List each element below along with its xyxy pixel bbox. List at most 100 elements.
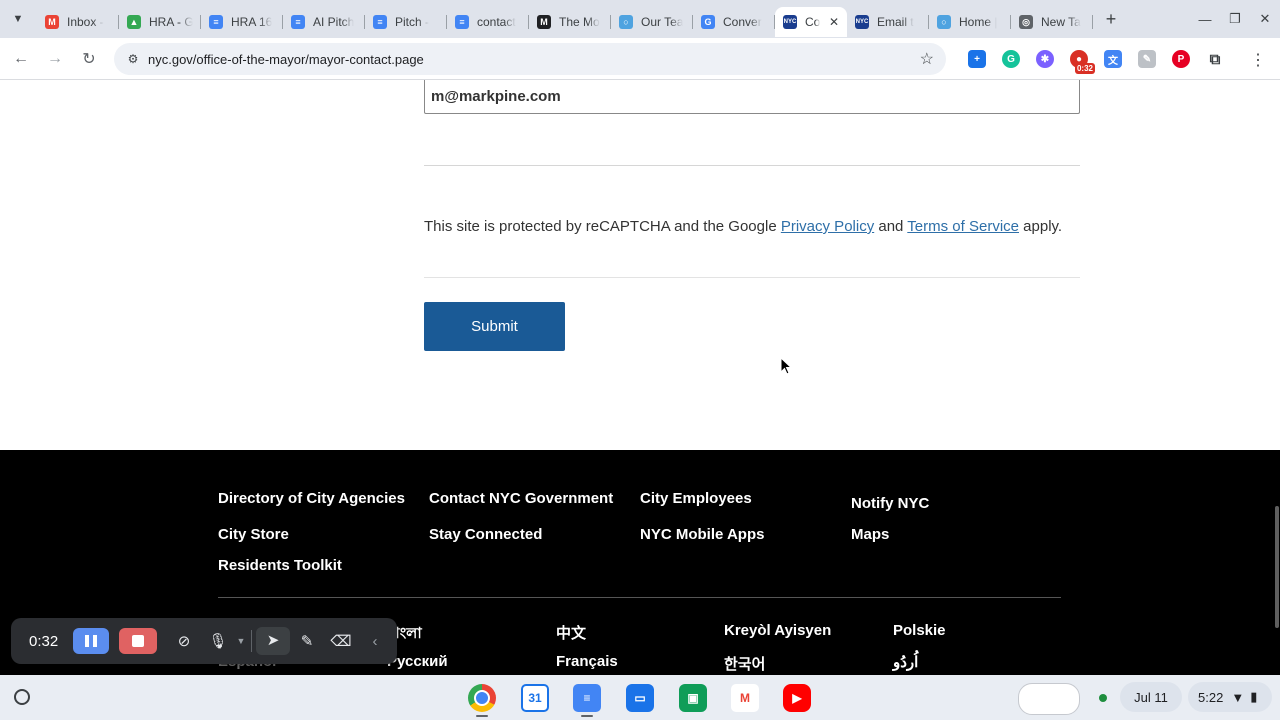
new-tab-button[interactable]: + (1097, 5, 1125, 33)
url-text[interactable]: nyc.gov/office-of-the-mayor/mayor-contac… (148, 52, 424, 67)
calendar-app-icon[interactable]: 31 (521, 684, 549, 712)
browser-toolbar: ← → ↻ ⚙ nyc.gov/office-of-the-mayor/mayo… (0, 38, 1280, 80)
files-app-icon[interactable]: ▭ (626, 684, 654, 712)
window-controls: — ❐ ✕ (1190, 0, 1280, 38)
date-indicator[interactable]: Jul 11 (1120, 682, 1182, 712)
extension-gray-icon[interactable]: ✎ (1138, 50, 1156, 68)
site-info-icon[interactable]: ⚙ (118, 52, 148, 66)
footer-link-toolkit[interactable]: Residents Toolkit (218, 557, 342, 574)
tab-title: HRA - G (149, 15, 193, 29)
wifi-icon: ▼ (1231, 689, 1245, 705)
extensions-puzzle-icon[interactable]: ⧉ (1206, 50, 1224, 68)
language-link-urdu[interactable]: اُردُو (893, 653, 918, 671)
tray-status-dot (1099, 694, 1107, 702)
close-window-icon[interactable]: ✕ (1250, 11, 1280, 27)
language-link-kreyol[interactable]: Kreyòl Ayisyen (724, 622, 831, 639)
forward-button[interactable]: → (38, 50, 72, 68)
pinterest-icon[interactable]: P (1172, 50, 1190, 68)
stop-recording-button[interactable] (119, 628, 157, 654)
browser-tab[interactable]: ≡ AI Pitch (283, 7, 365, 37)
tab-favicon-icon: G (701, 15, 715, 29)
language-link-french[interactable]: Français (556, 653, 618, 670)
browser-tab[interactable]: M Inbox - (37, 7, 119, 37)
restore-icon[interactable]: ❐ (1220, 11, 1250, 27)
divider (424, 277, 1080, 278)
tab-title: Email t (877, 15, 914, 29)
submit-button[interactable]: Submit (424, 302, 565, 351)
browser-tab[interactable]: NYC Email t (847, 7, 929, 37)
footer-link-maps[interactable]: Maps (851, 526, 889, 543)
launcher-icon[interactable] (14, 689, 30, 705)
back-button[interactable]: ← (4, 50, 38, 68)
footer-link-employees[interactable]: City Employees (640, 490, 752, 507)
reload-button[interactable]: ↻ (72, 49, 106, 69)
camera-off-icon[interactable]: ⊘ (167, 632, 201, 650)
mic-options-chevron-icon[interactable]: ▼ (235, 636, 247, 646)
language-link-polish[interactable]: Polskie (893, 622, 946, 639)
tab-title: Co (805, 15, 821, 29)
browser-tab[interactable]: ≡ HRA 16 (201, 7, 283, 37)
classroom-app-icon[interactable]: ▣ (679, 684, 707, 712)
collapse-chevron-icon[interactable]: ‹ (358, 633, 392, 650)
extension-sparkle-icon[interactable]: ✱ (1036, 50, 1054, 68)
tray-thumbnail[interactable] (1018, 683, 1080, 715)
docs-running-indicator (581, 715, 593, 717)
tab-title: HRA 16 (231, 15, 273, 29)
grammarly-icon[interactable]: G (1002, 50, 1020, 68)
browser-menu-icon[interactable]: ⋮ (1250, 50, 1266, 70)
browser-tab[interactable]: M The Mo (529, 7, 611, 37)
footer-link-notify[interactable]: Notify NYC (851, 495, 929, 512)
browser-tab[interactable]: G Conver (693, 7, 775, 37)
tab-title: Home | (959, 15, 998, 29)
screen-recorder-extension-icon[interactable]: ● 0:32 (1070, 50, 1095, 74)
status-area[interactable]: 5:22 ▼ ▮ (1188, 682, 1272, 712)
page-scrollbar[interactable] (1275, 506, 1279, 628)
privacy-policy-link[interactable]: Privacy Policy (781, 218, 874, 235)
footer-link-connected[interactable]: Stay Connected (429, 526, 542, 543)
tab-title: Conver (723, 15, 762, 29)
chrome-app-icon[interactable] (468, 684, 496, 712)
tab-title: Inbox - (67, 15, 104, 29)
tab-favicon-icon: ▲ (127, 15, 141, 29)
extensions-row: + G ✱ ● 0:32 文 ✎ P ⧉ (960, 38, 1232, 80)
mouse-cursor-icon (780, 357, 792, 375)
pointer-tool-icon[interactable]: ➤ (256, 627, 290, 655)
footer-link-store[interactable]: City Store (218, 526, 289, 543)
browser-tab[interactable]: ≡ Pitch - (365, 7, 447, 37)
tab-search-button[interactable]: ▼ (5, 6, 31, 32)
footer-link-contact[interactable]: Contact NYC Government (429, 490, 613, 507)
translate-icon[interactable]: 文 (1104, 50, 1122, 68)
tab-favicon-icon: M (45, 15, 59, 29)
eraser-tool-icon[interactable]: ⌫ (324, 632, 358, 650)
tab-favicon-icon: ≡ (455, 15, 469, 29)
footer-link-directory[interactable]: Directory of City Agencies (218, 490, 405, 507)
language-link-korean[interactable]: 한국어 (724, 653, 765, 674)
address-bar[interactable]: ⚙ nyc.gov/office-of-the-mayor/mayor-cont… (114, 43, 946, 75)
minimize-icon[interactable]: — (1190, 12, 1220, 27)
extension-plus-icon[interactable]: + (968, 50, 986, 68)
footer-link-apps[interactable]: NYC Mobile Apps (640, 526, 764, 543)
close-tab-icon[interactable]: ✕ (829, 15, 839, 29)
youtube-app-icon[interactable]: ▶ (783, 684, 811, 712)
browser-tab[interactable]: ◎ New Ta (1011, 7, 1093, 37)
tab-favicon-icon: M (537, 15, 551, 29)
battery-icon: ▮ (1250, 689, 1258, 704)
browser-tab[interactable]: ○ Home | (929, 7, 1011, 37)
email-field[interactable] (424, 80, 1080, 114)
terms-of-service-link[interactable]: Terms of Service (907, 218, 1019, 235)
browser-tab[interactable]: ≡ contact (447, 7, 529, 37)
docs-app-icon[interactable]: ≡ (573, 684, 601, 712)
pen-tool-icon[interactable]: ✎ (290, 632, 324, 650)
tab-favicon-icon: ≡ (291, 15, 305, 29)
gmail-app-icon[interactable]: M (731, 684, 759, 712)
browser-tab[interactable]: ▲ HRA - G (119, 7, 201, 37)
os-shelf: 31 ≡ ▭ ▣ M ▶ Jul 11 5:22 ▼ ▮ (0, 675, 1280, 720)
recaptcha-text-and: and (874, 218, 908, 235)
browser-tab[interactable]: NYC Co ✕ (775, 7, 847, 37)
tab-title: contact (477, 15, 516, 29)
language-link-chinese[interactable]: 中文 (556, 622, 586, 643)
mic-off-icon[interactable]: 🎙︎ (201, 632, 235, 650)
bookmark-star-icon[interactable]: ☆ (920, 49, 934, 69)
browser-tab[interactable]: ○ Our Tea (611, 7, 693, 37)
pause-recording-button[interactable] (73, 628, 109, 654)
